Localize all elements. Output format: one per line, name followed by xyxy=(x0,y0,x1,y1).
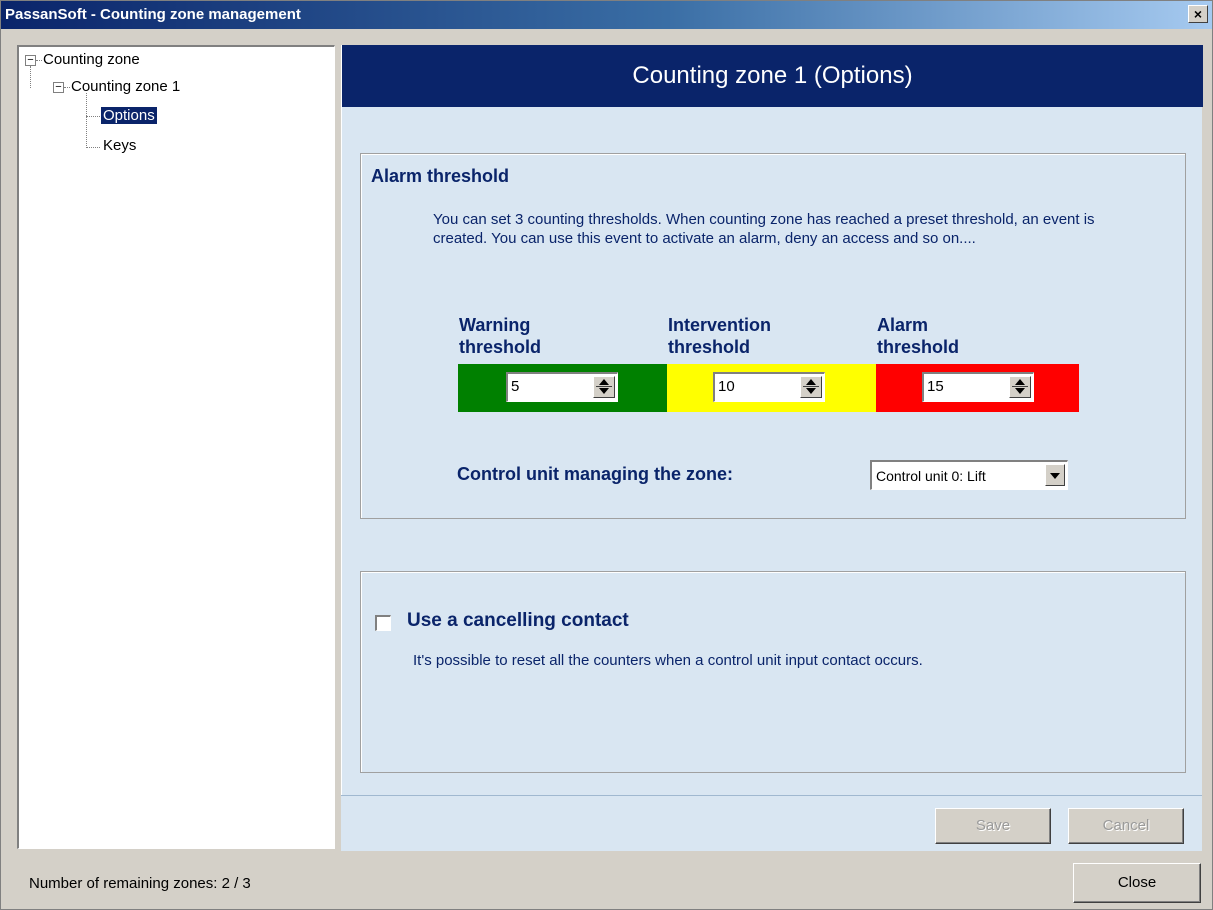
warning-threshold-label: Warning threshold xyxy=(459,314,541,358)
alarm-threshold-cell: 15 xyxy=(876,364,1079,412)
warning-threshold-cell: 5 xyxy=(458,364,667,412)
tree-connector xyxy=(36,60,42,61)
warning-threshold-value[interactable]: 5 xyxy=(511,378,519,395)
tree-node-counting-zone-1[interactable]: Counting zone 1 xyxy=(71,77,180,97)
alarm-group-title: Alarm threshold xyxy=(371,166,510,186)
collapse-zone1-icon[interactable]: − xyxy=(53,82,64,93)
tree-node-keys[interactable]: Keys xyxy=(103,136,136,156)
spin-up-down-icon[interactable] xyxy=(1009,376,1031,398)
zone-tree[interactable]: − Counting zone − Counting zone 1 Option… xyxy=(17,45,335,849)
tree-node-options[interactable]: Options xyxy=(100,106,158,126)
control-unit-value[interactable]: Control unit 0: Lift xyxy=(876,468,986,484)
warning-threshold-spinner[interactable]: 5 xyxy=(506,372,618,402)
tree-connector xyxy=(86,147,100,148)
intervention-threshold-spinner[interactable]: 10 xyxy=(713,372,825,402)
tree-item-options-label: Options xyxy=(100,106,158,125)
window-title: PassanSoft - Counting zone management xyxy=(5,6,301,23)
cancelling-contact-description: It's possible to reset all the counters … xyxy=(413,652,923,669)
intervention-threshold-value[interactable]: 10 xyxy=(718,378,735,395)
tree-connector xyxy=(30,66,31,88)
save-button[interactable]: Save xyxy=(935,808,1051,844)
alarm-threshold-spinner[interactable]: 15 xyxy=(922,372,1034,402)
tree-connector xyxy=(64,87,70,88)
spin-up-down-icon[interactable] xyxy=(800,376,822,398)
remaining-zones-status: Number of remaining zones: 2 / 3 xyxy=(29,875,251,892)
alarm-threshold-label: Alarm threshold xyxy=(877,314,959,358)
dialog-window: PassanSoft - Counting zone management × … xyxy=(0,0,1213,910)
cancelling-contact-label[interactable]: Use a cancelling contact xyxy=(407,610,629,632)
collapse-root-icon[interactable]: − xyxy=(25,55,36,66)
control-unit-select[interactable]: Control unit 0: Lift xyxy=(870,460,1068,490)
cancel-button[interactable]: Cancel xyxy=(1068,808,1184,844)
intervention-threshold-label: Intervention threshold xyxy=(668,314,771,358)
alarm-threshold-value[interactable]: 15 xyxy=(927,378,944,395)
panel-button-bar: Save Cancel xyxy=(341,795,1202,851)
cancelling-contact-group: Use a cancelling contact It's possible t… xyxy=(360,571,1186,773)
close-window-button[interactable]: × xyxy=(1188,5,1208,23)
spin-up-down-icon[interactable] xyxy=(593,376,615,398)
tree-connector xyxy=(86,93,87,148)
cancelling-contact-checkbox[interactable] xyxy=(375,615,391,631)
alarm-threshold-group: Alarm threshold You can set 3 counting t… xyxy=(360,153,1186,519)
warning-label-line2: threshold xyxy=(459,337,542,357)
alarm-label-line2: threshold xyxy=(877,337,960,357)
warning-label-line1: Warning xyxy=(459,315,531,335)
tree-connector xyxy=(86,116,100,117)
details-panel: Counting zone 1 (Options) Alarm threshol… xyxy=(341,45,1203,851)
control-unit-label: Control unit managing the zone: xyxy=(457,464,733,484)
tree-node-counting-zone[interactable]: Counting zone xyxy=(43,50,140,70)
intervention-threshold-cell: 10 xyxy=(667,364,876,412)
intervention-label-line1: Intervention xyxy=(668,315,772,335)
title-bar: PassanSoft - Counting zone management × xyxy=(1,1,1212,29)
dropdown-arrow-icon[interactable] xyxy=(1045,464,1065,486)
alarm-description: You can set 3 counting thresholds. When … xyxy=(433,211,1095,247)
intervention-label-line2: threshold xyxy=(668,337,751,357)
close-button[interactable]: Close xyxy=(1073,863,1201,903)
alarm-label-line1: Alarm xyxy=(877,315,929,335)
panel-header: Counting zone 1 (Options) xyxy=(342,45,1203,107)
